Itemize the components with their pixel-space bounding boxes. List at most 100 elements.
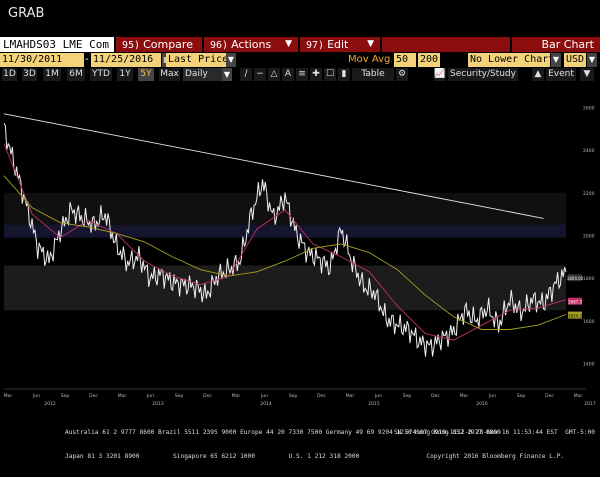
x-tick-label: Mar [460,393,469,399]
actions-button[interactable]: 96) Actions ▼ [204,37,298,52]
shape-tool-icon[interactable]: △ [268,68,280,81]
x-tick-label: Jun [488,393,496,399]
range-tab-6m[interactable]: 6M [67,68,85,81]
x-tick-label: Mar [346,393,355,399]
actions-number: 96) [210,40,229,51]
edit-dropdown-icon: ▼ [367,39,374,49]
x-tick-label: Jun [260,393,268,399]
start-date-field[interactable]: 11/30/2011 [0,53,84,67]
x-tick-label: Sep [517,393,526,399]
x-tick-label: Dec [317,393,326,399]
chart-type-label: Bar Chart [512,37,600,52]
compare-button[interactable]: 95) Compare [116,37,202,52]
x-tick-label: Dec [545,393,554,399]
price-chart[interactable]: 2600 2400 2200 2000 1800 1600 1400 Mar Jun Sep De… [0,82,600,412]
x-year-label: 2013 [152,401,164,407]
x-year-label: 2015 [368,401,380,407]
window-title: GRAB [8,6,45,21]
actions-label: Actions [231,38,272,51]
x-axis: Mar Jun Sep Dec Mar Jun Sep Dec Mar Jun Sep Dec Mar J… [4,388,596,407]
y-tick-label: 2200 [583,191,595,197]
line-tool-icon[interactable]: ∕ [240,68,252,81]
bar-tool-icon[interactable]: ▮ [338,68,350,81]
text-tool-icon[interactable]: A [282,68,294,81]
zoom-tool-icon[interactable]: ☐ [324,68,336,81]
footer-line-3: SN 574107 G919-1112-0 28-Nov-16 11:53:44… [393,429,595,436]
end-date-field[interactable]: 11/25/2016 [91,53,161,67]
fib-tool-icon[interactable]: ≡ [296,68,308,81]
last-value-text: 1687.3 [568,300,582,305]
range-tab-5y[interactable]: 5Y [138,68,154,81]
last-value-labels: 1804.00 1687.3 1624.3 [567,274,584,319]
range-toolbar: 1D 3D 1M 6M YTD 1Y 5Y Max Daily ▼ ∕ ∽ △ … [0,68,600,81]
footer-info: Australia 61 2 9777 8600 Brazil 5511 239… [65,413,595,477]
currency-dropdown-icon[interactable]: ▼ [587,53,597,67]
chart-settings-icon[interactable]: ⚙ [396,68,408,81]
x-tick-label: Sep [175,393,184,399]
table-button[interactable]: Table [352,68,394,81]
date-separator: - [85,54,89,65]
x-tick-label: Dec [431,393,440,399]
y-tick-label: 2400 [583,148,595,154]
event-button[interactable]: Event [546,68,576,81]
x-tick-label: Sep [61,393,70,399]
y-tick-label: 1600 [583,319,595,325]
range-tab-ytd[interactable]: YTD [90,68,112,81]
grid-band [4,265,566,311]
mov-avg-2-field[interactable]: 200 [418,53,440,67]
params-toolbar: 11/30/2011 - 11/25/2016 ▦ Last Price ▼ M… [0,53,600,67]
frequency-dropdown-icon[interactable]: ▼ [222,68,232,81]
price-type-dropdown-icon[interactable]: ▼ [226,53,236,67]
study-label: Mov Avg [348,54,391,65]
edit-button[interactable]: 97) Edit ▼ [300,37,380,52]
x-tick-label: Jun [374,393,382,399]
event-icon[interactable]: ▲ [532,68,544,81]
compare-number: 95) [122,40,141,51]
lower-chart-dropdown-icon[interactable]: ▼ [551,53,561,67]
x-tick-label: Sep [289,393,298,399]
range-tab-1m[interactable]: 1M [43,68,61,81]
y-tick-label: 2000 [583,234,595,240]
edit-label: Edit [327,38,349,51]
mov-avg-1-field[interactable]: 50 [394,53,416,67]
event-dropdown-icon[interactable]: ▼ [580,68,594,81]
y-tick-label: 1800 [583,276,595,282]
lower-chart-field[interactable]: No Lower Chart [468,53,554,67]
x-tick-label: Mar [232,393,241,399]
range-tab-1d[interactable]: 1D [2,68,17,81]
range-tab-3d[interactable]: 3D [22,68,37,81]
x-year-label: 2014 [260,401,272,407]
actions-dropdown-icon: ▼ [285,39,292,49]
x-tick-label: Mar [118,393,127,399]
x-tick-label: Dec [203,393,212,399]
x-year-label: 2012 [44,401,56,407]
x-tick-label: Sep [403,393,412,399]
footer-line-2: Japan 81 3 3201 8900 Singapore 65 6212 1… [65,453,565,460]
price-series-line [3,123,567,357]
x-tick-label: Jun [146,393,154,399]
x-tick-label: Dec [89,393,98,399]
x-tick-label: Mar [574,393,583,399]
x-year-label: 2016 [476,401,488,407]
draw-tool-icon[interactable]: ∽ [254,68,266,81]
security-study-icon[interactable]: 📈 [434,68,446,81]
y-axis: 2600 2400 2200 2000 1800 1600 1400 [583,105,595,367]
price-type-field[interactable]: Last Price [166,53,228,67]
currency-field[interactable]: USD [564,53,586,67]
compare-label: Compare [143,38,193,51]
edit-number: 97) [306,40,325,51]
range-tab-1y[interactable]: 1Y [117,68,133,81]
x-tick-label: Mar [4,393,13,399]
x-tick-label: Jun [32,393,40,399]
toolbar-spacer [382,37,510,52]
range-tab-max[interactable]: Max [159,68,180,81]
y-tick-label: 1400 [583,362,595,368]
frequency-select[interactable]: Daily [183,68,223,81]
ticker-field[interactable]: LMAHDS03 LME Com [0,37,114,52]
x-year-label: 2017 [584,401,596,407]
last-value-text: 1624.3 [568,314,582,319]
main-toolbar: LMAHDS03 LME Com 95) Compare 96) Actions ▼… [0,37,600,52]
y-tick-label: 2600 [583,105,595,111]
security-study-button[interactable]: Security/Study [448,68,518,81]
pan-tool-icon[interactable]: ✚ [310,68,322,81]
